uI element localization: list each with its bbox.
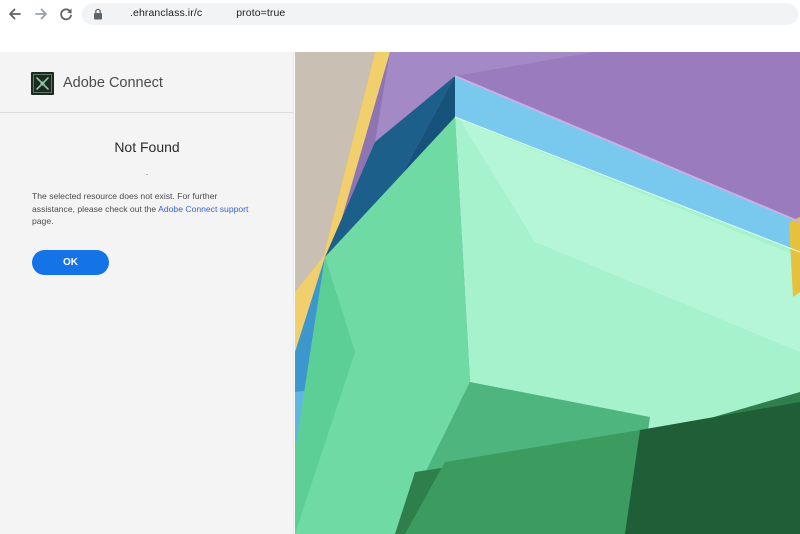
url-suffix: proto=true <box>236 7 286 19</box>
decorative-dot <box>146 174 148 175</box>
page-title: Not Found <box>114 139 180 155</box>
error-panel: Adobe Connect Not Found The selected res… <box>0 52 294 534</box>
forward-button[interactable] <box>31 4 51 24</box>
lock-icon <box>94 8 102 20</box>
forward-arrow-icon <box>35 8 47 20</box>
back-arrow-icon <box>9 8 21 20</box>
geometric-cubes-illustration <box>295 52 800 534</box>
message-text-after: page. <box>32 216 54 226</box>
url-text: .ehranclass.ir/c proto=true <box>130 7 285 19</box>
decorative-artwork <box>295 52 800 534</box>
url-prefix: .ehranclass.ir/c <box>130 7 203 19</box>
address-bar[interactable]: .ehranclass.ir/c proto=true <box>82 3 798 25</box>
browser-toolbar: .ehranclass.ir/c proto=true <box>0 0 800 28</box>
divider <box>0 112 293 113</box>
reload-icon <box>60 8 72 21</box>
adobe-connect-logo-icon <box>31 71 54 95</box>
ok-button[interactable]: OK <box>32 250 109 275</box>
brand-name: Adobe Connect <box>63 75 163 91</box>
reload-button[interactable] <box>56 4 76 24</box>
back-button[interactable] <box>5 4 25 24</box>
error-message: The selected resource does not exist. Fo… <box>32 190 262 228</box>
brand: Adobe Connect <box>31 71 163 95</box>
support-link[interactable]: Adobe Connect support <box>158 204 248 214</box>
